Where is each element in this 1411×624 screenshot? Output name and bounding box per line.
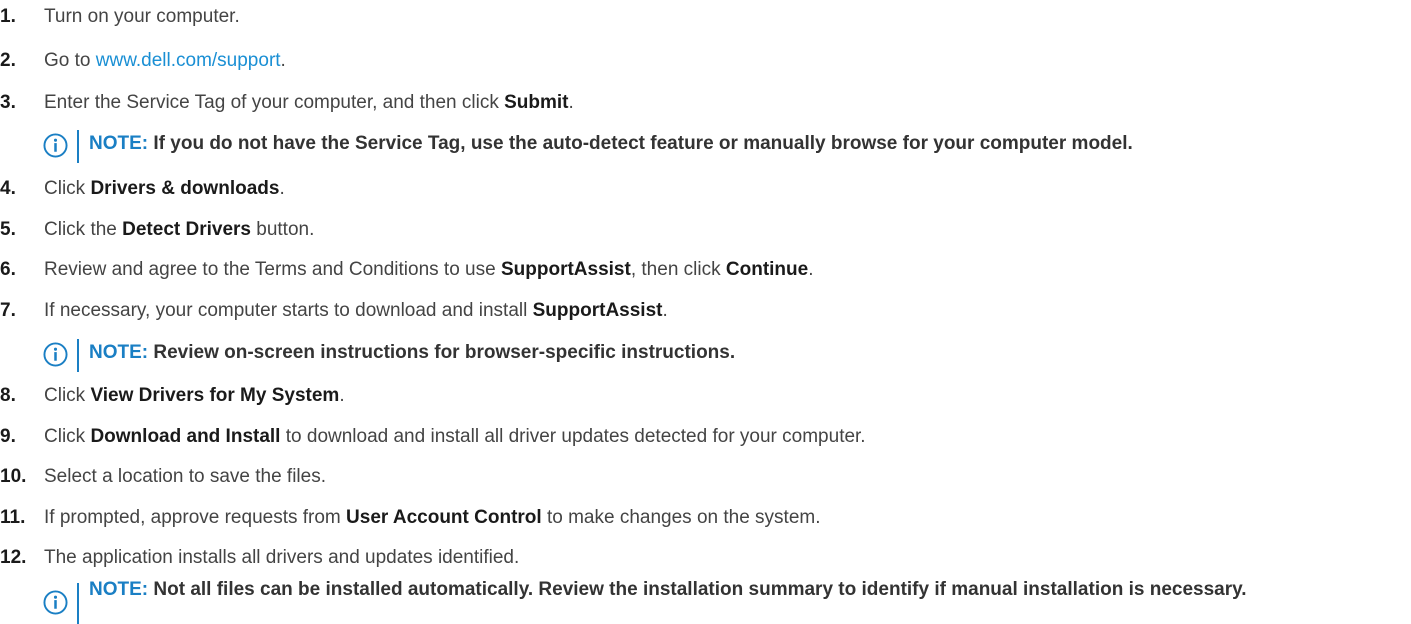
step-text-part: If prompted, approve requests from	[44, 507, 347, 528]
step-text: Go to www.dell.com/support.	[44, 47, 286, 75]
step-text-part: The application installs all drivers and…	[44, 547, 520, 568]
note-divider	[77, 339, 79, 372]
step-text-part: .	[662, 300, 668, 321]
step-text-part: Enter the Service Tag of your computer, …	[44, 92, 505, 113]
note-divider	[77, 130, 79, 163]
step-text: Enter the Service Tag of your computer, …	[44, 89, 574, 117]
note-label: NOTE:	[89, 133, 149, 154]
step-bold-term: Detect Drivers	[122, 219, 251, 240]
note-body: Not all files can be installed automatic…	[148, 579, 1247, 600]
note-text: NOTE: If you do not have the Service Tag…	[89, 130, 1409, 158]
step-number: 1.	[0, 6, 16, 27]
note-body: If you do not have the Service Tag, use …	[148, 133, 1133, 154]
step-text: Click Download and Install to download a…	[44, 423, 866, 451]
step-text-part: button.	[250, 219, 315, 240]
step-text-part: Click	[44, 385, 91, 406]
step-text: Turn on your computer.	[44, 3, 240, 31]
step-text-part: .	[568, 92, 574, 113]
step-number: 6.	[0, 259, 16, 280]
step-text-part: Click	[44, 178, 91, 199]
step-text-part: Go to	[44, 50, 96, 71]
info-circle-icon	[43, 133, 68, 158]
step-text: Click the Detect Drivers button.	[44, 216, 314, 244]
step-bold-term: User Account Control	[346, 507, 542, 528]
step-text-part: .	[808, 259, 814, 280]
step-bold-term: SupportAssist	[500, 259, 631, 280]
step-bold-term: View Drivers for My System	[90, 385, 340, 406]
step-bold-term: Submit	[504, 92, 569, 113]
step-text-part: to download and install all driver updat…	[280, 426, 866, 447]
step-number: 8.	[0, 385, 16, 406]
note-label: NOTE:	[89, 579, 149, 600]
step-text-part: Turn on your computer.	[44, 6, 240, 27]
step-number: 7.	[0, 300, 16, 321]
step-bold-term: Continue	[725, 259, 809, 280]
note-text: NOTE: Not all files can be installed aut…	[89, 579, 1409, 600]
step-text: If necessary, your computer starts to do…	[44, 297, 668, 325]
step-text: If prompted, approve requests from User …	[44, 504, 821, 532]
step-text-part: , then click	[630, 259, 726, 280]
step-text-part: .	[339, 385, 345, 406]
step-text-part: If necessary, your computer starts to do…	[44, 300, 533, 321]
note-label: NOTE:	[89, 342, 149, 363]
note-divider	[77, 583, 79, 624]
step-text: The application installs all drivers and…	[44, 544, 519, 572]
step-number: 5.	[0, 219, 16, 240]
note-body: Review on-screen instructions for browse…	[148, 342, 736, 363]
step-number: 10.	[0, 466, 27, 487]
step-text: Select a location to save the files.	[44, 463, 326, 491]
step-number: 2.	[0, 50, 16, 71]
step-bold-term: Drivers & downloads	[90, 178, 280, 199]
step-number: 4.	[0, 178, 16, 199]
step-number: 11.	[0, 507, 26, 528]
step-text: Review and agree to the Terms and Condit…	[44, 256, 814, 284]
step-number: 3.	[0, 92, 16, 113]
step-text-part: .	[280, 50, 286, 71]
step-text-part: .	[279, 178, 285, 199]
step-text-part: Review and agree to the Terms and Condit…	[44, 259, 501, 280]
step-text-part: Select a location to save the files.	[44, 466, 326, 487]
step-bold-term: SupportAssist	[532, 300, 663, 321]
dell-support-link[interactable]: www.dell.com/support	[96, 50, 281, 71]
note-text: NOTE: Review on-screen instructions for …	[89, 339, 1409, 367]
step-text-part: to make changes on the system.	[541, 507, 821, 528]
step-number: 9.	[0, 426, 16, 447]
step-bold-term: Download and Install	[90, 426, 281, 447]
step-text: Click View Drivers for My System.	[44, 382, 345, 410]
step-text-part: Click the	[44, 219, 123, 240]
step-number: 12.	[0, 547, 27, 568]
step-text-part: Click	[44, 426, 91, 447]
info-circle-icon	[43, 342, 68, 367]
step-text: Click Drivers & downloads.	[44, 175, 285, 203]
info-circle-icon	[43, 590, 68, 615]
